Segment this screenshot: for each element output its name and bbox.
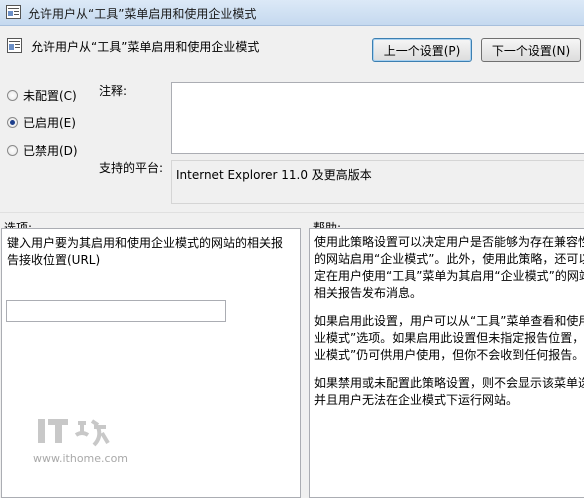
- radio-button-enabled[interactable]: [7, 117, 18, 128]
- report-url-input[interactable]: [6, 300, 226, 322]
- radio-label-disabled: 已禁用(D): [23, 144, 78, 158]
- radio-label-not-configured: 未配置(C): [23, 89, 77, 103]
- radio-label-enabled: 已启用(E): [23, 116, 76, 130]
- help-panel: 使用此策略设置可以决定用户是否能够为存在兼容性问题的网站启用“企业模式”。此外，…: [309, 228, 584, 498]
- previous-setting-button[interactable]: 上一个设置(P): [372, 38, 472, 62]
- watermark-url: www.ithome.com: [33, 452, 129, 465]
- radio-enabled[interactable]: 已启用(E): [7, 114, 76, 131]
- radio-not-configured[interactable]: 未配置(C): [7, 87, 77, 104]
- title-bar: 允许用户从“工具”菜单启用和使用企业模式: [0, 0, 584, 26]
- section-divider: [0, 212, 584, 213]
- comment-label: 注释:: [99, 84, 128, 98]
- window-title: 允许用户从“工具”菜单启用和使用企业模式: [28, 7, 257, 21]
- radio-button-disabled[interactable]: [7, 145, 18, 156]
- url-field-description: 键入用户要为其启用和使用企业模式的网站的相关报告接收位置(URL): [7, 236, 284, 267]
- policy-setting-icon: [6, 5, 21, 19]
- supported-platform-value: Internet Explorer 11.0 及更高版本: [171, 160, 584, 204]
- help-paragraph: 如果禁用或未配置此策略设置，则不会显示该菜单选项，并且用户无法在企业模式下运行网…: [314, 376, 584, 407]
- comment-textarea[interactable]: [171, 82, 584, 154]
- help-paragraph: 使用此策略设置可以决定用户是否能够为存在兼容性问题的网站启用“企业模式”。此外，…: [314, 235, 584, 300]
- next-setting-button[interactable]: 下一个设置(N): [481, 38, 581, 62]
- radio-disabled[interactable]: 已禁用(D): [7, 142, 78, 159]
- policy-title: 允许用户从“工具”菜单启用和使用企业模式: [31, 40, 260, 54]
- policy-setting-icon: [7, 38, 22, 53]
- supported-platform-label: 支持的平台:: [99, 161, 164, 175]
- radio-button-not-configured[interactable]: [7, 90, 18, 101]
- help-paragraph: 如果启用此设置，用户可以从“工具”菜单查看和使用“企业模式”选项。如果启用此设置…: [314, 314, 584, 362]
